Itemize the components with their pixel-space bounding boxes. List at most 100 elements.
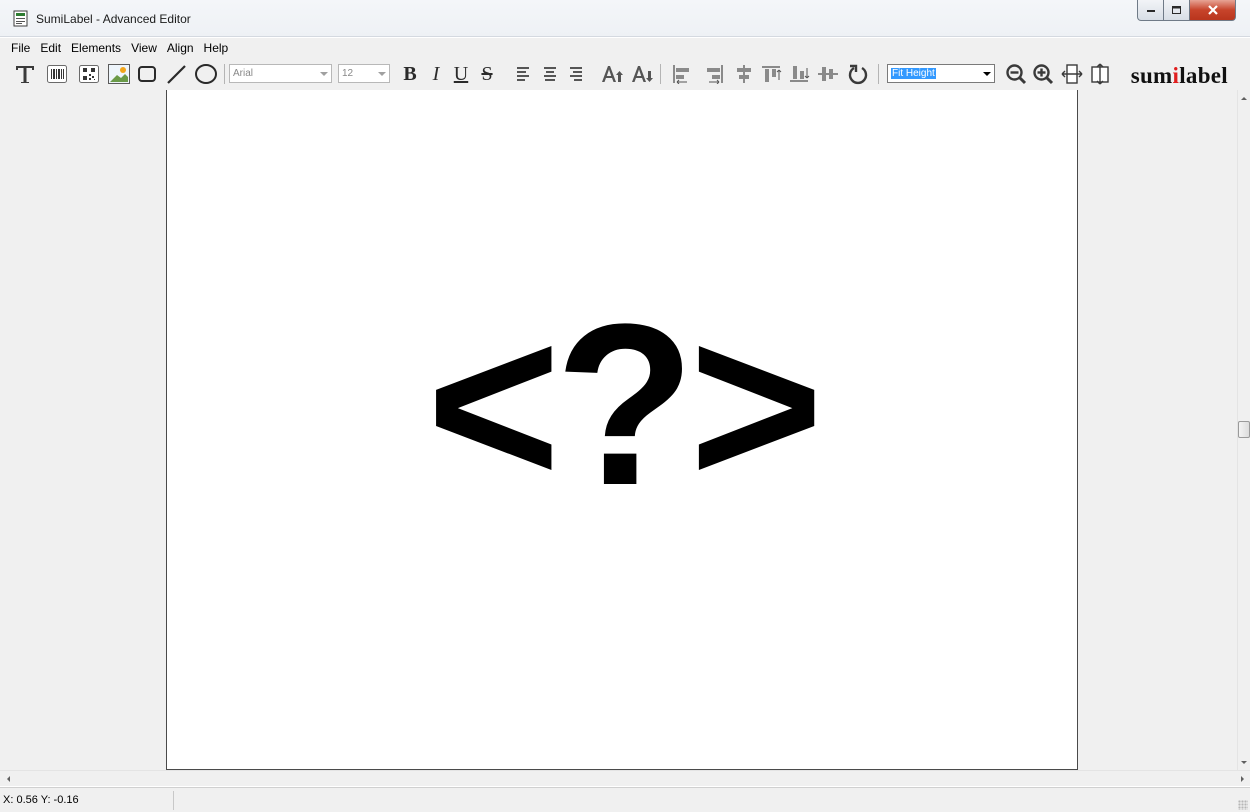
align-left-icon — [673, 65, 689, 84]
underline-button[interactable]: U — [450, 62, 472, 86]
zoom-in-button[interactable] — [1031, 62, 1055, 86]
rotate-button[interactable] — [846, 62, 870, 86]
align-right-button[interactable] — [702, 62, 726, 86]
italic-label: I — [432, 62, 440, 85]
fit-width-icon — [1061, 64, 1083, 84]
menu-view[interactable]: View — [126, 39, 162, 57]
menu-edit[interactable]: Edit — [35, 39, 66, 57]
menu-elements[interactable]: Elements — [66, 39, 126, 57]
placeholder-element[interactable]: <?> — [167, 90, 1077, 769]
zoom-out-button[interactable] — [1004, 62, 1028, 86]
fit-width-button[interactable] — [1060, 62, 1084, 86]
line-tool-button[interactable] — [163, 62, 189, 86]
toolbar-separator — [878, 64, 879, 84]
align-text-center-icon — [544, 67, 556, 81]
zoom-in-icon — [1033, 64, 1054, 85]
align-middle-icon — [818, 67, 838, 81]
zoom-select[interactable]: Fit Height — [887, 64, 995, 83]
align-text-left-button[interactable] — [514, 62, 534, 86]
menu-bar: File Edit Elements View Align Help — [0, 38, 1250, 58]
strikethrough-button[interactable]: S — [476, 62, 498, 86]
align-center-horizontal-icon — [737, 65, 751, 83]
align-right-icon — [707, 65, 723, 84]
menu-file[interactable]: File — [6, 39, 35, 57]
align-left-button[interactable] — [670, 62, 694, 86]
strikethrough-label: S — [481, 62, 493, 85]
zoom-out-icon — [1006, 64, 1027, 85]
zoom-value: Fit Height — [891, 68, 936, 79]
align-text-right-button[interactable] — [565, 62, 585, 86]
align-center-horizontal-button[interactable] — [732, 62, 756, 86]
fit-height-button[interactable] — [1088, 62, 1112, 86]
bold-button[interactable]: B — [400, 62, 420, 86]
label-editor-icon — [13, 10, 28, 27]
increase-font-size-button[interactable] — [600, 62, 624, 86]
font-size-select[interactable]: 12 — [338, 64, 390, 83]
fit-height-icon — [1091, 63, 1109, 85]
scroll-down-icon[interactable] — [1238, 756, 1250, 768]
image-tool-button[interactable] — [107, 62, 131, 86]
maximize-icon — [1172, 6, 1181, 14]
status-divider — [173, 791, 174, 810]
resize-grip-icon[interactable] — [1238, 800, 1248, 810]
title-bar: SumiLabel - Advanced Editor — [0, 0, 1250, 37]
increase-font-size-icon — [602, 66, 623, 82]
cursor-coordinates: X: 0.56 Y: -0.16 — [3, 794, 79, 806]
close-button[interactable] — [1190, 0, 1236, 21]
toolbar-separator — [660, 64, 661, 84]
bold-label: B — [403, 62, 417, 85]
minimize-button[interactable] — [1137, 0, 1164, 21]
barcode-tool-icon — [47, 65, 67, 83]
decrease-font-size-button[interactable] — [630, 62, 654, 86]
align-top-icon — [762, 66, 782, 82]
align-text-left-icon — [517, 67, 529, 81]
workspace: <?> — [0, 90, 1237, 770]
ellipse-tool-button[interactable] — [192, 62, 220, 86]
rectangle-tool-button[interactable] — [136, 62, 158, 86]
qrcode-tool-icon — [79, 65, 99, 83]
text-tool-button[interactable] — [12, 62, 38, 86]
align-bottom-icon — [790, 66, 810, 82]
rectangle-tool-icon — [138, 66, 156, 82]
window-controls — [1137, 0, 1236, 21]
chevron-down-icon — [980, 65, 994, 82]
window-title: SumiLabel - Advanced Editor — [36, 12, 191, 26]
status-bar: X: 0.56 Y: -0.16 — [0, 787, 1250, 812]
ellipse-tool-icon — [195, 64, 217, 84]
text-tool-icon — [16, 66, 34, 83]
align-text-right-icon — [570, 67, 582, 81]
barcode-tool-button[interactable] — [46, 62, 68, 86]
font-size-value: 12 — [342, 68, 354, 79]
menu-help[interactable]: Help — [199, 39, 234, 57]
align-text-center-button[interactable] — [540, 62, 560, 86]
decrease-font-size-icon — [632, 66, 653, 82]
line-tool-icon — [167, 65, 186, 84]
italic-button[interactable]: I — [427, 62, 445, 86]
brand-logo: sumilabel — [1130, 63, 1228, 88]
close-icon — [1207, 5, 1218, 15]
vertical-scrollbar[interactable] — [1237, 90, 1250, 770]
menu-align[interactable]: Align — [162, 39, 199, 57]
scroll-left-icon[interactable] — [2, 773, 14, 785]
rotate-icon — [848, 64, 868, 85]
chevron-down-icon — [317, 65, 331, 82]
scroll-right-icon[interactable] — [1236, 773, 1248, 785]
image-tool-icon — [108, 64, 130, 84]
align-top-button[interactable] — [760, 62, 784, 86]
scroll-up-icon[interactable] — [1238, 92, 1250, 104]
minimize-icon — [1146, 10, 1155, 12]
align-bottom-button[interactable] — [788, 62, 812, 86]
font-family-select[interactable]: Arial — [229, 64, 332, 83]
qrcode-tool-button[interactable] — [78, 62, 100, 86]
label-canvas[interactable]: <?> — [166, 90, 1078, 770]
font-family-value: Arial — [233, 68, 254, 79]
underline-label: U — [453, 62, 469, 85]
maximize-button[interactable] — [1164, 0, 1190, 21]
align-middle-button[interactable] — [816, 62, 840, 86]
toolbar: Arial 12 B I U S Fit Height sumilabel — [0, 58, 1250, 90]
chevron-down-icon — [375, 65, 389, 82]
scroll-thumb[interactable] — [1238, 421, 1250, 438]
placeholder-text: <?> — [426, 275, 823, 533]
toolbar-separator — [224, 64, 225, 84]
horizontal-scrollbar[interactable] — [0, 770, 1250, 786]
